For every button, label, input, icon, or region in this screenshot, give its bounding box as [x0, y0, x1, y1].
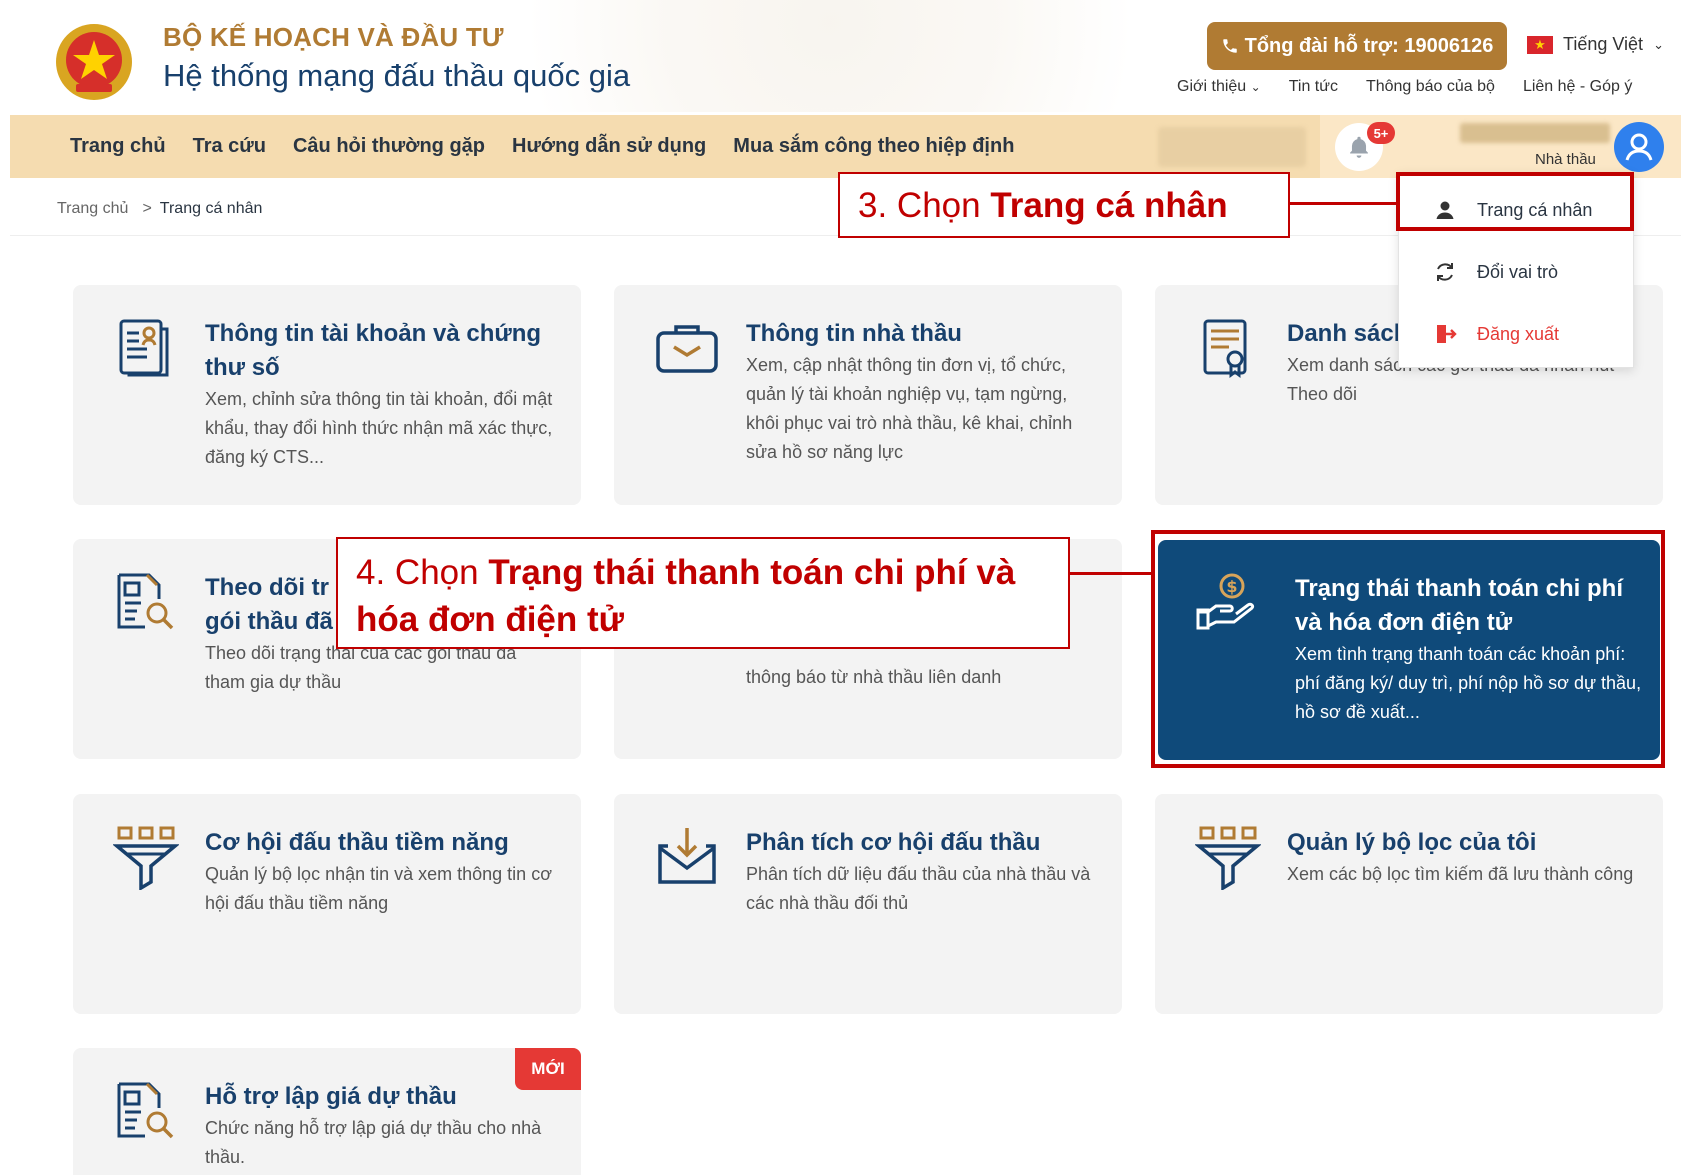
logout-icon [1437, 325, 1457, 343]
card-title: Thông tin nhà thầu [746, 320, 962, 347]
avatar[interactable] [1614, 122, 1664, 172]
drum-pattern-decoration [420, 0, 1240, 112]
card-title: Quản lý bộ lọc của tôi [1287, 829, 1537, 856]
chevron-down-icon: ⌄ [1250, 80, 1261, 94]
user-role: Nhà thầu [1535, 151, 1596, 168]
highlight-payment-card [1151, 530, 1665, 768]
nav-item-faq[interactable]: Câu hỏi thường gặp [293, 135, 485, 158]
vietnam-flag-icon: ★ [1527, 35, 1553, 54]
menu-item-switch-role[interactable]: Đổi vai trò [1399, 243, 1635, 301]
callout-prefix: 4. Chọn [356, 553, 489, 592]
filter-funnel-icon [113, 826, 179, 890]
refresh-icon [1437, 263, 1453, 281]
redacted-username [1460, 123, 1610, 143]
menu-item-logout[interactable]: Đăng xuất [1399, 305, 1635, 363]
top-link-contact[interactable]: Liên hệ - Góp ý [1523, 78, 1632, 96]
breadcrumb-separator: > [142, 200, 152, 217]
card-desc: Xem, cập nhật thông tin đơn vị, tổ chức,… [746, 355, 1073, 462]
card-contractor-info[interactable]: Thông tin nhà thầu Xem, cập nhật thông t… [614, 285, 1122, 505]
mail-download-icon [658, 828, 716, 884]
main-nav: Trang chủ Tra cứu Câu hỏi thường gặp Hướ… [10, 115, 1681, 178]
hotline-label: Tổng đài hỗ trợ: 19006126 [1244, 34, 1494, 57]
chevron-down-icon: ⌄ [1653, 36, 1664, 52]
filter-funnel-icon [1195, 826, 1261, 890]
briefcase-icon [656, 325, 718, 373]
card-desc: Xem các bộ lọc tìm kiếm đã lưu thành côn… [1287, 864, 1634, 884]
callout-prefix: 3. Chọn [858, 186, 991, 225]
hotline-button[interactable]: Tổng đài hỗ trợ: 19006126 [1207, 22, 1507, 70]
menu-item-label: Đổi vai trò [1477, 261, 1559, 282]
breadcrumb-current: Trang cá nhân [159, 200, 263, 217]
card-account-info[interactable]: Thông tin tài khoản và chứng thư số Xem,… [73, 285, 581, 505]
phone-icon [1222, 39, 1237, 53]
leader-line-step-4 [1070, 572, 1152, 575]
nav-item-public-procurement[interactable]: Mua sắm công theo hiệp định [733, 135, 1014, 158]
card-opportunity-analysis[interactable]: Phân tích cơ hội đấu thầu Phân tích dữ l… [614, 794, 1122, 1014]
system-name: Hệ thống mạng đấu thầu quốc gia [163, 58, 631, 93]
org-name: BỘ KẾ HOẠCH VÀ ĐẦU TƯ [163, 22, 504, 52]
site-header: BỘ KẾ HOẠCH VÀ ĐẦU TƯ Hệ thống mạng đấu … [0, 0, 1681, 112]
user-avatar-icon [1625, 133, 1653, 161]
card-bid-price-support[interactable]: MỚI Hỗ trợ lập giá dự thầu Chức năng hỗ … [73, 1048, 581, 1175]
menu-item-label: Đăng xuất [1477, 323, 1560, 344]
card-desc: thông báo từ nhà thầu liên danh [746, 667, 1002, 687]
card-desc: Chức năng hỗ trợ lập giá dự thầu cho nhà… [205, 1118, 542, 1167]
top-link-ministry-notices[interactable]: Thông báo của bộ [1366, 78, 1495, 96]
callout-step-3: 3. Chọn Trang cá nhân [838, 172, 1290, 238]
certificate-icon [1203, 319, 1247, 378]
notification-badge: 5+ [1367, 122, 1395, 144]
leader-line-step-3 [1290, 202, 1398, 205]
redacted-field [1158, 127, 1306, 167]
card-title: Hỗ trợ lập giá dự thầu [205, 1083, 457, 1110]
language-label: Tiếng Việt [1563, 34, 1644, 54]
language-selector[interactable]: ★ Tiếng Việt ⌄ [1527, 34, 1664, 55]
card-my-filters[interactable]: Quản lý bộ lọc của tôi Xem các bộ lọc tì… [1155, 794, 1663, 1014]
nav-item-guide[interactable]: Hướng dẫn sử dụng [512, 135, 706, 158]
card-title: Thông tin tài khoản và chứng thư số [205, 320, 542, 381]
user-area: 5+ Nhà thầu [1320, 115, 1681, 178]
callout-step-4: 4. Chọn Trạng thái thanh toán chi phí và… [336, 537, 1070, 649]
card-desc: Quản lý bộ lọc nhận tin và xem thông tin… [205, 864, 553, 913]
top-links: Giới thiệu ⌄ Tin tức Thông báo của bộ Li… [1177, 78, 1632, 96]
national-emblem-icon [56, 24, 132, 100]
breadcrumb-home[interactable]: Trang chủ [57, 200, 128, 218]
nav-item-home[interactable]: Trang chủ [70, 135, 166, 158]
document-search-icon [117, 1082, 174, 1139]
card-desc: Phân tích dữ liệu đấu thầu của nhà thầu … [746, 864, 1091, 913]
top-link-about[interactable]: Giới thiệu ⌄ [1177, 78, 1261, 96]
document-user-icon [119, 319, 169, 377]
breadcrumb: Trang chủ > Trang cá nhân [57, 200, 262, 218]
card-potential-opportunities[interactable]: Cơ hội đấu thầu tiềm năng Quản lý bộ lọc… [73, 794, 581, 1014]
top-link-news[interactable]: Tin tức [1289, 78, 1338, 96]
card-title: Cơ hội đấu thầu tiềm năng [205, 829, 509, 856]
card-title: Phân tích cơ hội đấu thầu [746, 829, 1041, 856]
card-desc: Xem, chỉnh sửa thông tin tài khoản, đổi … [205, 389, 553, 467]
nav-item-search[interactable]: Tra cứu [193, 135, 266, 158]
callout-bold-text: Trang cá nhân [990, 186, 1228, 225]
document-search-icon [117, 573, 174, 630]
highlight-profile-menu-item [1396, 172, 1634, 231]
